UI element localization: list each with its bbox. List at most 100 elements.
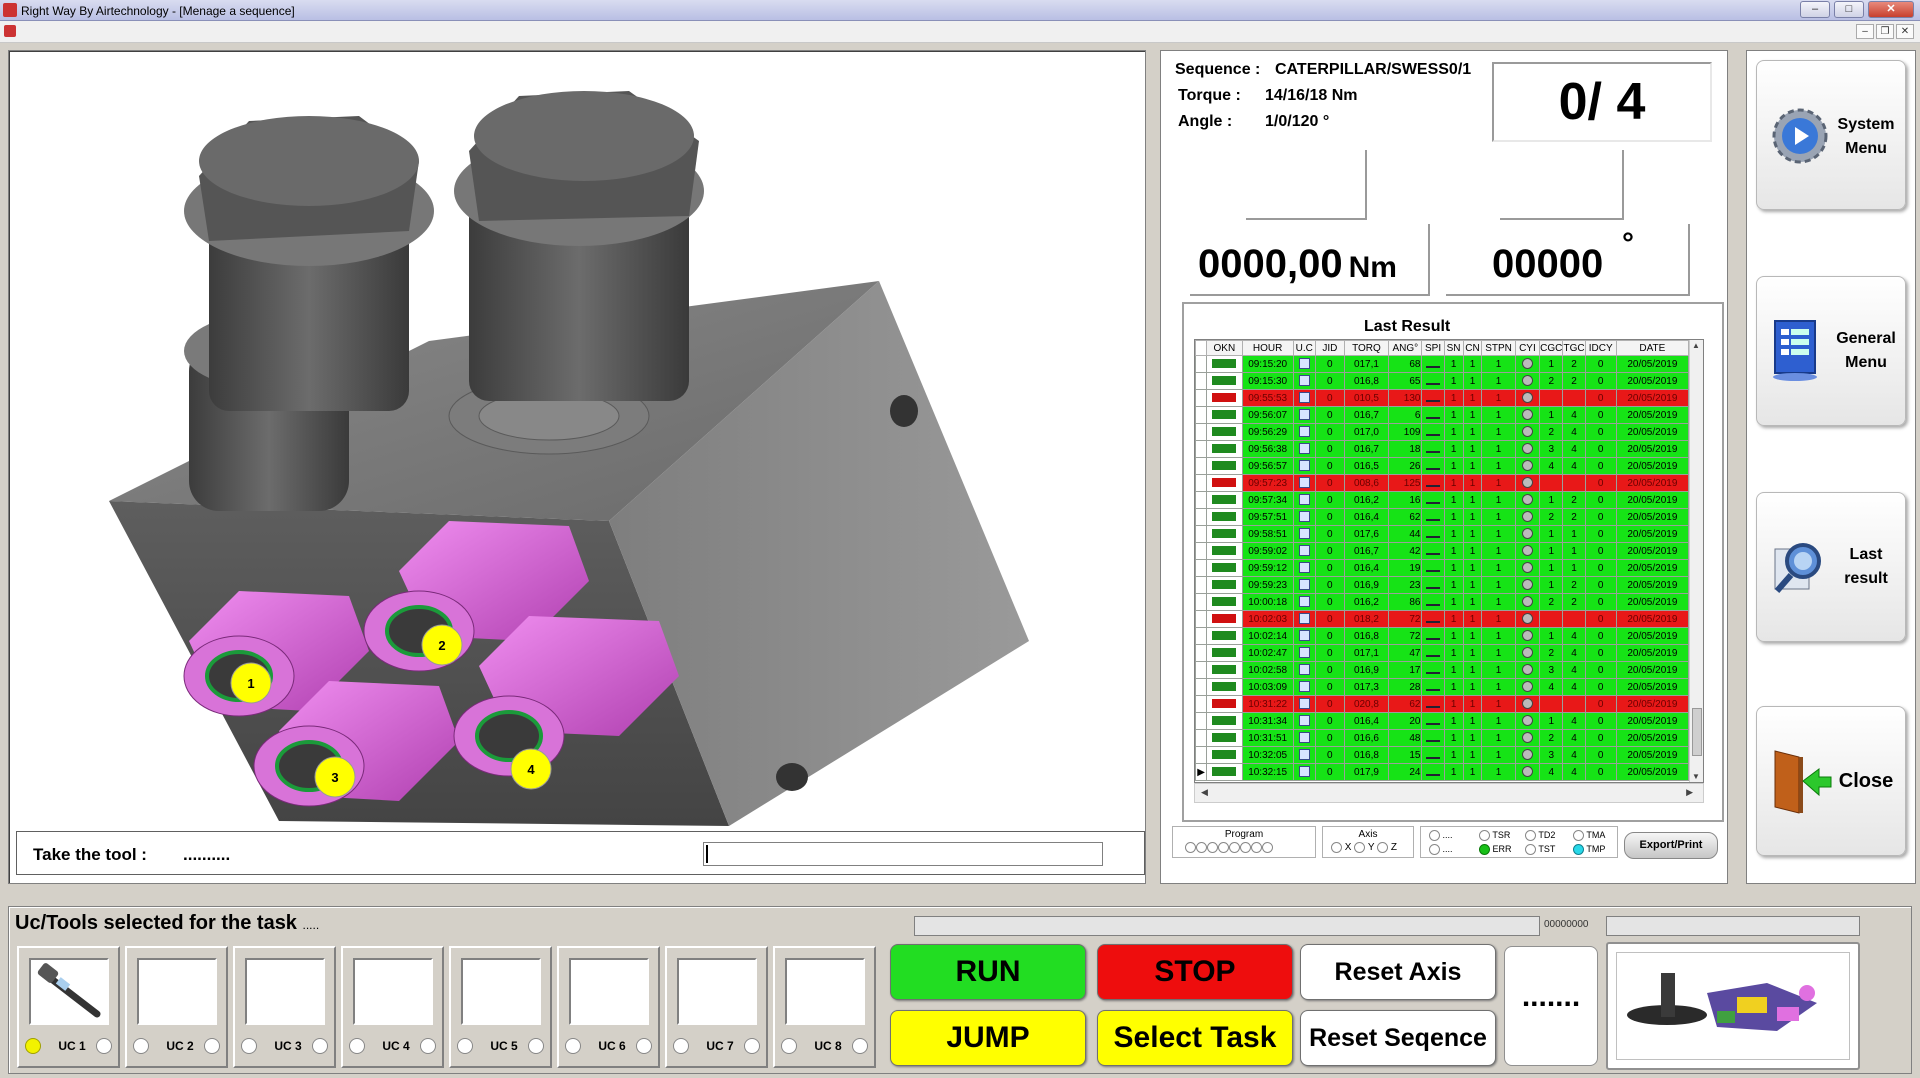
instruction-input[interactable] bbox=[703, 842, 1103, 866]
result-row[interactable]: 10:02:58 0 016,9 17 1 1 1 3 4 0 20/05/2019 bbox=[1195, 661, 1690, 679]
minimize-button[interactable]: – bbox=[1800, 1, 1830, 18]
column-header[interactable]: SN bbox=[1443, 340, 1464, 356]
uc-slot-radio[interactable] bbox=[673, 1038, 689, 1054]
grid-horizontal-scrollbar[interactable]: ◀ ▶ bbox=[1194, 783, 1704, 803]
uc-slot-radio[interactable] bbox=[457, 1038, 473, 1054]
column-header[interactable]: JID bbox=[1314, 340, 1345, 356]
close-window-button[interactable]: ✕ bbox=[1868, 1, 1914, 18]
mdi-child-icon[interactable] bbox=[4, 25, 16, 37]
result-row[interactable]: 10:02:03 0 018,2 72 1 1 1 0 20/05/2019 bbox=[1195, 610, 1690, 628]
scroll-left-icon[interactable]: ◀ bbox=[1201, 787, 1208, 798]
uc-slot-status-radio[interactable] bbox=[852, 1038, 868, 1054]
column-header[interactable]: ANG° bbox=[1388, 340, 1423, 356]
cgc-cell: 3 bbox=[1539, 440, 1564, 458]
column-header[interactable]: CN bbox=[1462, 340, 1483, 356]
result-row[interactable]: 09:56:38 0 016,7 18 1 1 1 3 4 0 20/05/2019 bbox=[1195, 440, 1690, 458]
uc-slot-radio-selected[interactable] bbox=[25, 1038, 41, 1054]
uc-slot-7[interactable]: UC 7 bbox=[665, 946, 768, 1068]
status-bar-icon bbox=[1212, 495, 1237, 505]
uc-slot-radio[interactable] bbox=[781, 1038, 797, 1054]
idcy-cell: 0 bbox=[1584, 491, 1617, 509]
run-button[interactable]: RUN bbox=[890, 944, 1086, 1000]
uc-slot-status-radio[interactable] bbox=[744, 1038, 760, 1054]
uc-slot-status-radio[interactable] bbox=[420, 1038, 436, 1054]
uc-slot-radio[interactable] bbox=[565, 1038, 581, 1054]
export-print-button[interactable]: Export/Print bbox=[1624, 832, 1718, 859]
mdi-restore-button[interactable]: ❐ bbox=[1876, 24, 1894, 39]
result-row[interactable]: 09:57:34 0 016,2 16 1 1 1 1 2 0 20/05/2019 bbox=[1195, 491, 1690, 509]
scroll-right-icon[interactable]: ▶ bbox=[1686, 787, 1693, 798]
scroll-down-icon[interactable]: ▼ bbox=[1692, 772, 1700, 781]
uc-slot-2[interactable]: UC 2 bbox=[125, 946, 228, 1068]
result-row[interactable]: 09:58:51 0 017,6 44 1 1 1 1 1 0 20/05/2019 bbox=[1195, 525, 1690, 543]
result-row[interactable]: 09:15:20 0 017,1 68 1 1 1 1 2 0 20/05/2019 bbox=[1195, 355, 1690, 373]
uc-slot-8[interactable]: UC 8 bbox=[773, 946, 876, 1068]
cgc-cell: 1 bbox=[1539, 355, 1564, 373]
result-row[interactable]: 09:57:51 0 016,4 62 1 1 1 2 2 0 20/05/2019 bbox=[1195, 508, 1690, 526]
column-header[interactable]: HOUR bbox=[1241, 340, 1294, 356]
jump-button[interactable]: JUMP bbox=[890, 1010, 1086, 1066]
more-options-button[interactable]: ....... bbox=[1504, 946, 1598, 1066]
uc-slot-status-radio[interactable] bbox=[636, 1038, 652, 1054]
column-header[interactable]: DATE bbox=[1615, 340, 1690, 356]
result-row[interactable]: 10:00:18 0 016,2 86 1 1 1 2 2 0 20/05/2019 bbox=[1195, 593, 1690, 611]
column-header[interactable]: OKN bbox=[1206, 340, 1243, 356]
select-task-button[interactable]: Select Task bbox=[1097, 1010, 1293, 1066]
spi-cell bbox=[1421, 372, 1445, 390]
mdi-minimize-button[interactable]: – bbox=[1856, 24, 1874, 39]
uc-slot-5[interactable]: UC 5 bbox=[449, 946, 552, 1068]
column-header[interactable]: CGC bbox=[1539, 340, 1564, 356]
result-row[interactable]: 10:31:22 0 020,8 62 1 1 1 0 20/05/2019 bbox=[1195, 695, 1690, 713]
grid-vertical-scrollbar[interactable]: ▲ ▼ bbox=[1689, 340, 1703, 782]
uc-slot-status-radio[interactable] bbox=[96, 1038, 112, 1054]
result-row[interactable]: 09:59:02 0 016,7 42 1 1 1 1 1 0 20/05/2019 bbox=[1195, 542, 1690, 560]
scroll-thumb[interactable] bbox=[1692, 708, 1702, 756]
uc-slot-radio[interactable] bbox=[241, 1038, 257, 1054]
result-row[interactable]: 09:55:53 0 010,5 130 1 1 1 0 20/05/2019 bbox=[1195, 389, 1690, 407]
close-button[interactable]: Close bbox=[1756, 706, 1906, 856]
reset-sequence-button[interactable]: Reset Seqence bbox=[1300, 1010, 1496, 1066]
result-row[interactable]: 09:15:30 0 016,8 65 1 1 1 2 2 0 20/05/2019 bbox=[1195, 372, 1690, 390]
uc-slot-radio[interactable] bbox=[133, 1038, 149, 1054]
uc-slot-3[interactable]: UC 3 bbox=[233, 946, 336, 1068]
result-row[interactable]: 10:31:34 0 016,4 20 1 1 1 1 4 0 20/05/2019 bbox=[1195, 712, 1690, 730]
uc-slot-1[interactable]: UC 1 bbox=[17, 946, 120, 1068]
result-row[interactable]: 10:03:09 0 017,3 28 1 1 1 4 4 0 20/05/2019 bbox=[1195, 678, 1690, 696]
uc-slot-radio[interactable] bbox=[349, 1038, 365, 1054]
uc-slot-status-radio[interactable] bbox=[528, 1038, 544, 1054]
result-row[interactable]: 09:57:23 0 008,6 125 1 1 1 0 20/05/2019 bbox=[1195, 474, 1690, 492]
tst-label: TST bbox=[1538, 844, 1556, 854]
last-result-button[interactable]: Last result bbox=[1756, 492, 1906, 642]
result-row[interactable]: 09:56:07 0 016,7 6 1 1 1 1 4 0 20/05/2019 bbox=[1195, 406, 1690, 424]
result-row[interactable]: ▶ 10:32:15 0 017,9 24 1 1 1 4 4 0 20/05/2019 bbox=[1195, 763, 1690, 781]
uc-slot-status-radio[interactable] bbox=[312, 1038, 328, 1054]
maximize-button[interactable]: □ bbox=[1834, 1, 1864, 18]
reset-axis-button[interactable]: Reset Axis bbox=[1300, 944, 1496, 1000]
column-header[interactable]: STPN bbox=[1481, 340, 1516, 356]
column-header[interactable]: SPI bbox=[1421, 340, 1445, 356]
result-row[interactable]: 10:32:05 0 016,8 15 1 1 1 3 4 0 20/05/2019 bbox=[1195, 746, 1690, 764]
column-header[interactable]: TGC bbox=[1562, 340, 1586, 356]
column-header[interactable]: TORQ bbox=[1343, 340, 1390, 356]
uc-slot-status-radio[interactable] bbox=[204, 1038, 220, 1054]
general-menu-button[interactable]: General Menu bbox=[1756, 276, 1906, 426]
result-row[interactable]: 10:31:51 0 016,6 48 1 1 1 2 4 0 20/05/2019 bbox=[1195, 729, 1690, 747]
result-row[interactable]: 10:02:14 0 016,8 72 1 1 1 1 4 0 20/05/2019 bbox=[1195, 627, 1690, 645]
torque-cell: 016,2 bbox=[1343, 491, 1390, 509]
column-header[interactable]: U.C bbox=[1292, 340, 1316, 356]
scroll-up-icon[interactable]: ▲ bbox=[1692, 341, 1700, 350]
result-row[interactable]: 10:02:47 0 017,1 47 1 1 1 2 4 0 20/05/2019 bbox=[1195, 644, 1690, 662]
result-row[interactable]: 09:56:57 0 016,5 26 1 1 1 4 4 0 20/05/2019 bbox=[1195, 457, 1690, 475]
last-result-grid[interactable]: OKN HOUR U.C JID TORQ ANG° SPI SN CN STP… bbox=[1194, 339, 1704, 783]
uc-slot-4[interactable]: UC 4 bbox=[341, 946, 444, 1068]
stop-button[interactable]: STOP bbox=[1097, 944, 1293, 1000]
result-row[interactable]: 09:59:23 0 016,9 23 1 1 1 1 2 0 20/05/2019 bbox=[1195, 576, 1690, 594]
column-header[interactable]: IDCY bbox=[1584, 340, 1617, 356]
result-row[interactable]: 09:56:29 0 017,0 109 1 1 1 2 4 0 20/05/2019 bbox=[1195, 423, 1690, 441]
system-menu-button[interactable]: System Menu bbox=[1756, 60, 1906, 210]
mdi-close-button[interactable]: ✕ bbox=[1896, 24, 1914, 39]
column-header[interactable]: CYI bbox=[1514, 340, 1541, 356]
result-row[interactable]: 09:59:12 0 016,4 19 1 1 1 1 1 0 20/05/2019 bbox=[1195, 559, 1690, 577]
uc-slot-6[interactable]: UC 6 bbox=[557, 946, 660, 1068]
sequence-thumbnail-button[interactable] bbox=[1606, 942, 1860, 1070]
